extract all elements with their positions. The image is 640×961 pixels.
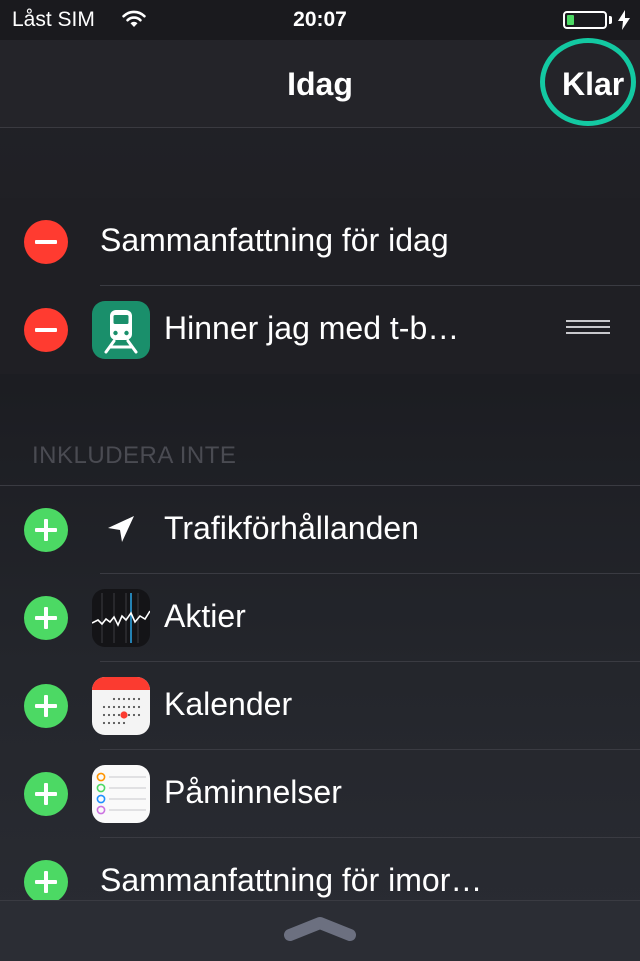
list-item-traffic: Trafikförhållanden xyxy=(0,486,640,574)
section-header: INKLUDERA INTE xyxy=(32,442,237,469)
list-item-label: Aktier xyxy=(164,598,246,634)
list-item-label: Trafikförhållanden xyxy=(164,510,419,546)
reorder-handle-icon[interactable] xyxy=(566,320,610,340)
list-item-calendar: Kalender xyxy=(0,662,640,750)
add-button[interactable] xyxy=(24,596,68,640)
included-widgets-list: Sammanfattning för idag Hinner jag med t… xyxy=(0,198,640,374)
calendar-app-icon xyxy=(92,677,150,735)
train-app-icon xyxy=(92,301,150,359)
charging-bolt-icon xyxy=(618,10,630,30)
status-bar: Låst SIM 20:07 xyxy=(0,0,640,40)
clock: 20:07 xyxy=(293,8,347,31)
grabber-chevron-icon[interactable] xyxy=(282,915,358,943)
list-item-label: Kalender xyxy=(164,686,293,722)
bottom-handle-bar xyxy=(0,900,640,961)
battery-icon xyxy=(563,11,607,29)
list-item-train: Hinner jag med t-b… xyxy=(0,286,640,374)
list-item-label: Påminnelser xyxy=(164,774,342,810)
remove-button[interactable] xyxy=(24,220,68,264)
done-button[interactable]: Klar xyxy=(562,66,624,103)
list-item-label: Sammanfattning för imor… xyxy=(100,862,483,898)
battery-tip xyxy=(609,16,612,24)
add-button[interactable] xyxy=(24,508,68,552)
list-item-reminders: Påminnelser xyxy=(0,750,640,838)
navigation-bar: Idag Klar xyxy=(0,40,640,128)
add-button[interactable] xyxy=(24,684,68,728)
list-item-label: Sammanfattning för idag xyxy=(100,222,449,258)
list-item-stocks: Aktier xyxy=(0,574,640,662)
reminders-app-icon xyxy=(92,765,150,823)
add-button[interactable] xyxy=(24,860,68,904)
list-item-label: Hinner jag med t-b… xyxy=(164,310,460,346)
stocks-app-icon xyxy=(92,589,150,647)
remove-button[interactable] xyxy=(24,308,68,352)
page-title: Idag xyxy=(287,66,353,102)
list-item-summary-today: Sammanfattning för idag xyxy=(0,198,640,286)
add-button[interactable] xyxy=(24,772,68,816)
location-arrow-icon xyxy=(108,516,134,542)
